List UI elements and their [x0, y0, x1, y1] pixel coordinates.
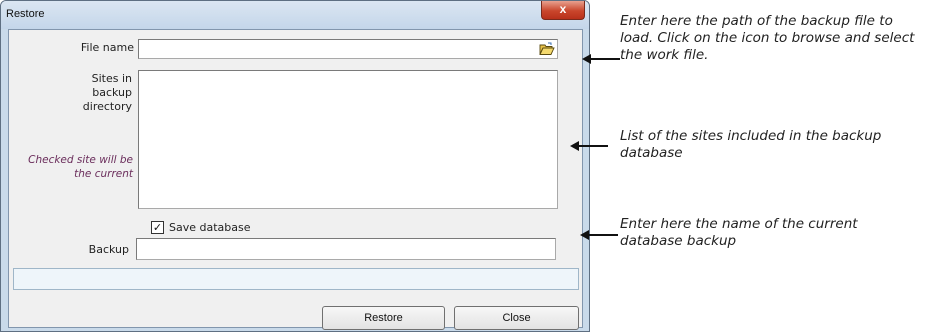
sites-label: Sites in backup directory — [59, 72, 132, 114]
dialog-body: File name Sites in backup directory Chec… — [8, 29, 583, 330]
arrow-backup — [580, 230, 618, 240]
restore-dialog: Restore x File name Sites in backup dire… — [0, 0, 590, 332]
sites-hint: Checked site will be the current — [15, 153, 133, 181]
close-icon: x — [559, 2, 567, 16]
sites-list[interactable] — [138, 70, 558, 209]
window-close-button[interactable]: x — [541, 1, 585, 20]
annotation-file-name: Enter here the path of the backup file t… — [620, 13, 915, 63]
annotation-sites: List of the sites included in the backup… — [620, 128, 882, 161]
backup-input[interactable] — [136, 238, 556, 260]
save-database-label[interactable]: Save database — [169, 221, 251, 234]
folder-open-icon[interactable] — [539, 42, 555, 56]
file-name-input[interactable] — [138, 39, 558, 59]
sites-label-text: Sites in backup directory — [82, 72, 132, 113]
dialog-title: Restore — [6, 8, 45, 20]
title-bar: Restore x — [1, 1, 589, 29]
close-button[interactable]: Close — [454, 306, 579, 330]
arrow-sites — [570, 141, 608, 151]
save-database-checkbox[interactable]: ✓ — [151, 221, 164, 234]
file-name-label: File name — [80, 41, 134, 54]
backup-label: Backup — [88, 243, 129, 256]
sites-hint-text: Checked site will be the current — [28, 154, 133, 180]
annotation-backup: Enter here the name of the current datab… — [620, 216, 858, 249]
arrow-file-name — [582, 54, 620, 64]
progress-bar — [13, 268, 579, 290]
restore-button[interactable]: Restore — [322, 306, 445, 330]
